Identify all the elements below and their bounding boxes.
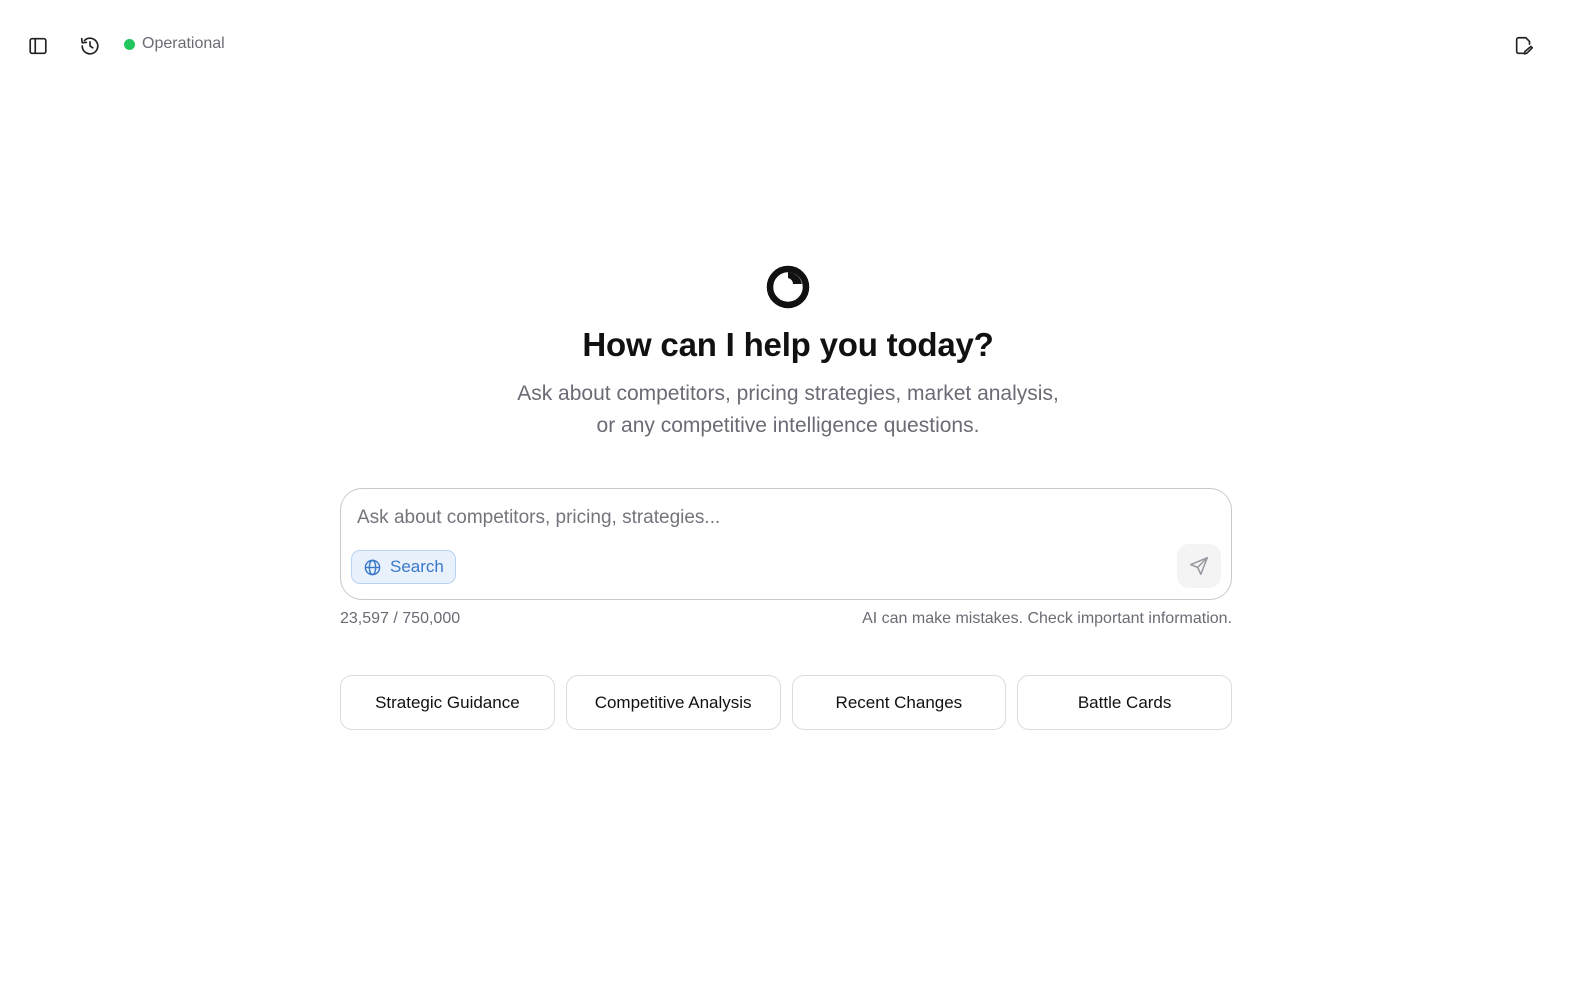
status-dot: [124, 38, 135, 50]
message-composer: Search: [340, 488, 1232, 600]
welcome-subtitle-line2: or any competitive intelligence question…: [596, 414, 980, 437]
message-input[interactable]: [357, 503, 1157, 533]
globe-icon: [364, 559, 381, 575]
welcome-hero: How can I help you today? Ask about comp…: [0, 264, 1576, 442]
top-bar: Operational: [0, 0, 1576, 90]
search-label: Search: [390, 557, 444, 576]
welcome-title: How can I help you today?: [582, 326, 994, 363]
welcome-subtitle: Ask about competitors, pricing strategie…: [517, 378, 1059, 442]
circular-logo-icon: [766, 265, 810, 309]
quick-action-recent-changes[interactable]: Recent Changes: [791, 675, 1007, 730]
composer-meta: 23,597 / 750,000 AI can make mistakes. C…: [340, 610, 1232, 628]
history-button[interactable]: [70, 26, 110, 66]
search-toggle-button[interactable]: Search: [351, 550, 456, 584]
send-button[interactable]: [1177, 544, 1221, 588]
sidebar-panel-icon: [29, 37, 47, 55]
quick-action-competitive-analysis[interactable]: Competitive Analysis: [565, 675, 781, 730]
sidebar-toggle-button[interactable]: [18, 26, 58, 66]
status-label: Operational: [142, 35, 225, 52]
quick-action-strategic-guidance[interactable]: Strategic Guidance: [340, 675, 555, 730]
new-chat-button[interactable]: [1504, 26, 1544, 66]
send-icon: [1189, 556, 1209, 576]
status-indicator: Operational: [124, 35, 225, 53]
edit-document-icon: [1515, 36, 1534, 55]
welcome-subtitle-line1: Ask about competitors, pricing strategie…: [517, 382, 1059, 405]
quick-actions: Strategic Guidance Competitive Analysis …: [340, 675, 1232, 730]
history-icon: [80, 37, 99, 55]
ai-disclaimer: AI can make mistakes. Check important in…: [862, 610, 1232, 627]
quick-action-battle-cards[interactable]: Battle Cards: [1017, 675, 1232, 730]
token-counter: 23,597 / 750,000: [340, 610, 461, 627]
